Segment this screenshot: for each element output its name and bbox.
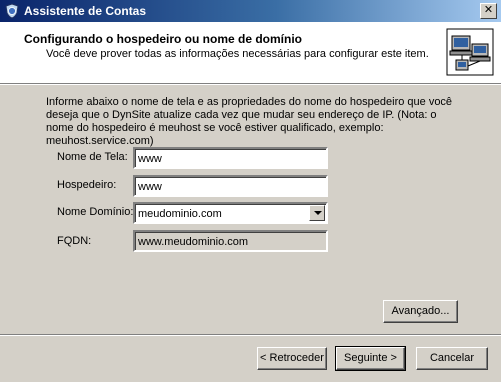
- domain-select[interactable]: meudominio.com: [133, 202, 328, 224]
- next-button[interactable]: Seguinte >: [335, 346, 406, 371]
- close-button[interactable]: ✕: [480, 3, 497, 19]
- wizard-header: Configurando o hospedeiro ou nome de dom…: [0, 22, 501, 85]
- domain-label: Nome Domínio:: [57, 206, 134, 218]
- shield-globe-icon: [5, 3, 19, 19]
- header-subtitle: Você deve prover todas as informações ne…: [46, 48, 429, 60]
- footer-divider: [0, 334, 501, 336]
- domain-select-value: meudominio.com: [138, 208, 222, 220]
- host-label: Hospedeiro:: [57, 179, 117, 191]
- fqdn-label: FQDN:: [57, 235, 92, 247]
- header-title: Configurando o hospedeiro ou nome de dom…: [24, 32, 302, 46]
- window-title: Assistente de Contas: [24, 4, 147, 18]
- advanced-button[interactable]: Avançado...: [383, 300, 458, 323]
- fqdn-field: www.meudominio.com: [133, 230, 328, 252]
- title-bar[interactable]: Assistente de Contas ✕: [0, 0, 501, 22]
- chevron-down-icon[interactable]: [309, 205, 325, 221]
- cancel-button[interactable]: Cancelar: [416, 347, 488, 370]
- computers-network-icon: [446, 28, 494, 76]
- info-text: Informe abaixo o nome de tela e as propr…: [46, 96, 453, 147]
- screen-name-input[interactable]: www: [133, 147, 328, 169]
- screen-name-label: Nome de Tela:: [57, 151, 128, 163]
- host-input[interactable]: www: [133, 175, 328, 197]
- back-button[interactable]: < Retroceder: [257, 347, 327, 370]
